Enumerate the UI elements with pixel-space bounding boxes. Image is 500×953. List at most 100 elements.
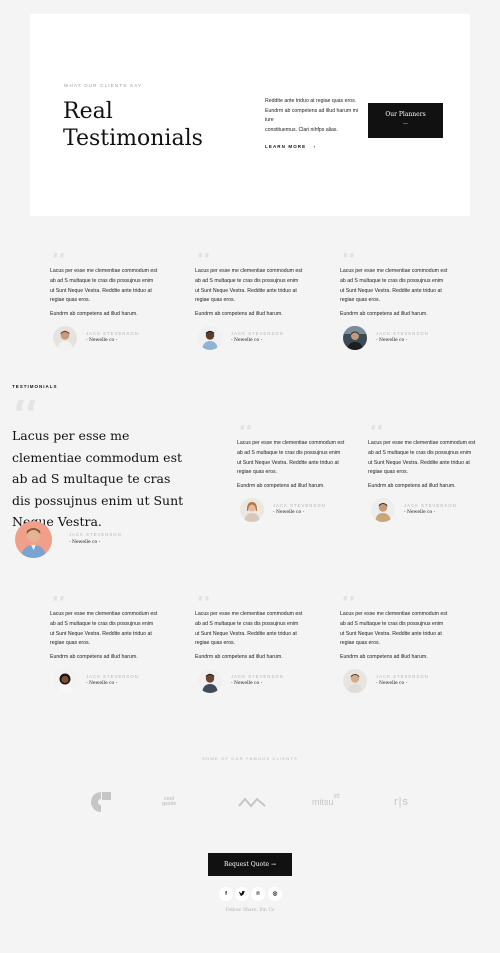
pinterest-icon[interactable]: ℗ <box>251 887 265 901</box>
testimonial-text: Lacus per esse me clementiae commodum es… <box>340 610 460 649</box>
text-line: regiae quas eros. <box>195 640 236 647</box>
quote-icon: “ <box>50 596 170 610</box>
facebook-icon[interactable]: f <box>219 887 233 901</box>
follow-text: Follow. Share. Pin Us <box>225 908 275 913</box>
testimonial-text: Lacus per esse me clementiae commodum es… <box>237 439 357 478</box>
text-line: Lacus per esse me clementiae commodum es… <box>50 611 158 617</box>
avatar <box>343 325 367 350</box>
clients-label: SOME OF OUR FAMOUS CLIENTS <box>202 756 298 761</box>
author-name: JACK STEVENSON <box>376 673 429 679</box>
testimonial-author: JACK STEVENSON - Newelle co - <box>50 668 170 695</box>
author-name: JACK STEVENSON <box>86 673 139 679</box>
section-label: TESTIMONIALS <box>12 384 58 389</box>
quote-icon: “ <box>195 253 315 267</box>
testimonial-text-2: Eundrm ab competens ad illud harum. <box>50 654 138 661</box>
testimonial-author: JACK STEVENSON - Newelle co - <box>195 325 315 352</box>
text-line: ut Sunt Neque Vestra. Reddite ante tridu… <box>368 459 470 466</box>
text-line: Lacus per esse me clementiae commodum es… <box>368 440 476 446</box>
testimonial-card: “ Lacus per esse me clementiae commodum … <box>50 596 170 695</box>
client-logo-4: mitsu lift <box>312 790 340 814</box>
testimonial-author: JACK STEVENSON - Newelle co - <box>368 497 488 524</box>
logo-text: mitsu <box>312 797 334 807</box>
text-line: ut Sunt Neque Vestra. Reddite ante tridu… <box>237 459 339 466</box>
text-line: ut Sunt Neque Vestra. Reddite ante tridu… <box>340 287 442 294</box>
testimonial-text-2: Eundrm ab competens ad illud harum. <box>195 654 283 661</box>
text-line: Lacus per esse me clementiae commodum es… <box>195 268 303 274</box>
text-line: regiae quas eros. <box>237 469 278 476</box>
author-name: JACK STEVENSON <box>86 330 139 336</box>
text-line: ab ad S multaque te cras dis possujnus e… <box>50 620 154 627</box>
author-company: - Newelle co - <box>69 540 101 545</box>
text-line: ut Sunt Neque Vestra. Reddite ante tridu… <box>50 630 152 637</box>
featured-testimonial-text: Lacus per esse me clementiae commodum es… <box>12 428 184 529</box>
testimonial-text: Lacus per esse me clementiae commodum es… <box>195 267 315 306</box>
quote-icon: “ <box>340 596 460 610</box>
learn-more-label: LEARN MORE <box>265 144 307 149</box>
author-name: JACK STEVENSON <box>231 673 284 679</box>
avatar <box>53 325 77 350</box>
text-line: ab ad S multaque te cras dis possujnus e… <box>368 449 472 456</box>
testimonial-text-2: Eundrm ab competens ad illud harum. <box>237 483 325 490</box>
text-line: Lacus per esse me clementiae commodum es… <box>340 268 448 274</box>
testimonial-text-2: Eundrm ab competens ad illud harum. <box>340 311 428 318</box>
text-line: Lacus per esse me clementiae commodum es… <box>340 611 448 617</box>
author-company: - Newelle co - <box>231 681 263 687</box>
featured-testimonial-author: JACK STEVENSON - Newelle co - <box>15 521 165 561</box>
text-line: ab ad S multaque te cras dis possujnus e… <box>195 620 299 627</box>
wave-logo-icon <box>238 797 266 808</box>
avatar <box>198 325 222 350</box>
client-logo-5: r|s <box>394 796 410 808</box>
client-logo-1 <box>90 790 112 814</box>
text-line: ut Sunt Neque Vestra. Reddite ante tridu… <box>195 287 297 294</box>
our-planners-label: Our Planners <box>385 111 426 118</box>
author-company: - Newelle co - <box>376 681 408 687</box>
text-line: ut Sunt Neque Vestra. Reddite ante tridu… <box>195 630 297 637</box>
text-line: ab ad S multaque te cras dis possujnus e… <box>340 620 444 627</box>
testimonial-text-2: Eundrm ab competens ad illud harum. <box>50 311 138 318</box>
hero-desc-line: Reddite ante triduo at regiae quas eros. <box>265 98 357 104</box>
page-title: Real Testimonials <box>63 98 223 152</box>
learn-more-link[interactable]: LEARN MORE › <box>265 144 316 149</box>
testimonial-author: JACK STEVENSON - Newelle co - <box>340 325 460 352</box>
testimonial-author: JACK STEVENSON - Newelle co - <box>340 668 460 695</box>
avatar <box>343 668 367 693</box>
testimonial-card: “ Lacus per esse me clementiae commodum … <box>50 253 170 352</box>
testimonial-card: “ Lacus per esse me clementiae commodum … <box>237 425 357 524</box>
quote-icon: “ <box>368 425 488 439</box>
quote-icon: “ <box>50 253 170 267</box>
text-line: Lacus per esse me clementiae commodum es… <box>50 268 158 274</box>
request-quote-button[interactable]: Request Quote → <box>208 853 292 876</box>
text-line: regiae quas eros. <box>340 297 381 304</box>
text-line: regiae quas eros. <box>50 640 91 647</box>
author-name: JACK STEVENSON <box>376 330 429 336</box>
hero-eyebrow: WHAT OUR CLIENTS SAY <box>64 83 143 88</box>
avatar <box>53 668 77 693</box>
author-name: JACK STEVENSON <box>231 330 284 336</box>
instagram-icon[interactable]: ◎ <box>268 887 282 901</box>
author-company: - Newelle co - <box>376 338 408 344</box>
testimonial-card: “ Lacus per esse me clementiae commodum … <box>195 253 315 352</box>
author-name: JACK STEVENSON <box>69 532 122 537</box>
arrow-right-icon: › <box>313 144 317 149</box>
testimonial-author: JACK STEVENSON - Newelle co - <box>237 497 357 524</box>
testimonial-text-2: Eundrm ab competens ad illud harum. <box>340 654 428 661</box>
our-planners-button[interactable]: Our Planners — <box>368 103 443 138</box>
hero-section: WHAT OUR CLIENTS SAY Real Testimonials R… <box>30 14 470 216</box>
text-line: Lacus per esse me clementiae commodum es… <box>237 440 345 446</box>
testimonial-text: Lacus per esse me clementiae commodum es… <box>50 610 170 649</box>
quote-icon: “ <box>340 253 460 267</box>
testimonial-card: “ Lacus per esse me clementiae commodum … <box>340 253 460 352</box>
author-company: - Newelle co - <box>273 510 305 516</box>
text-line: ab ad S multaque te cras dis possujnus e… <box>50 277 154 284</box>
text-line: ut Sunt Neque Vestra. Reddite ante tridu… <box>340 630 442 637</box>
twitter-icon[interactable] <box>235 887 249 901</box>
testimonial-text: Lacus per esse me clementiae commodum es… <box>368 439 488 478</box>
avatar <box>240 497 264 522</box>
avatar <box>371 497 395 522</box>
twitter-bird-icon <box>238 890 246 896</box>
testimonial-text: Lacus per esse me clementiae commodum es… <box>50 267 170 306</box>
author-name: JACK STEVENSON <box>404 502 457 508</box>
testimonial-text-2: Eundrm ab competens ad illud harum. <box>368 483 456 490</box>
testimonial-card: “ Lacus per esse me clementiae commodum … <box>340 596 460 695</box>
avatar <box>198 668 222 693</box>
